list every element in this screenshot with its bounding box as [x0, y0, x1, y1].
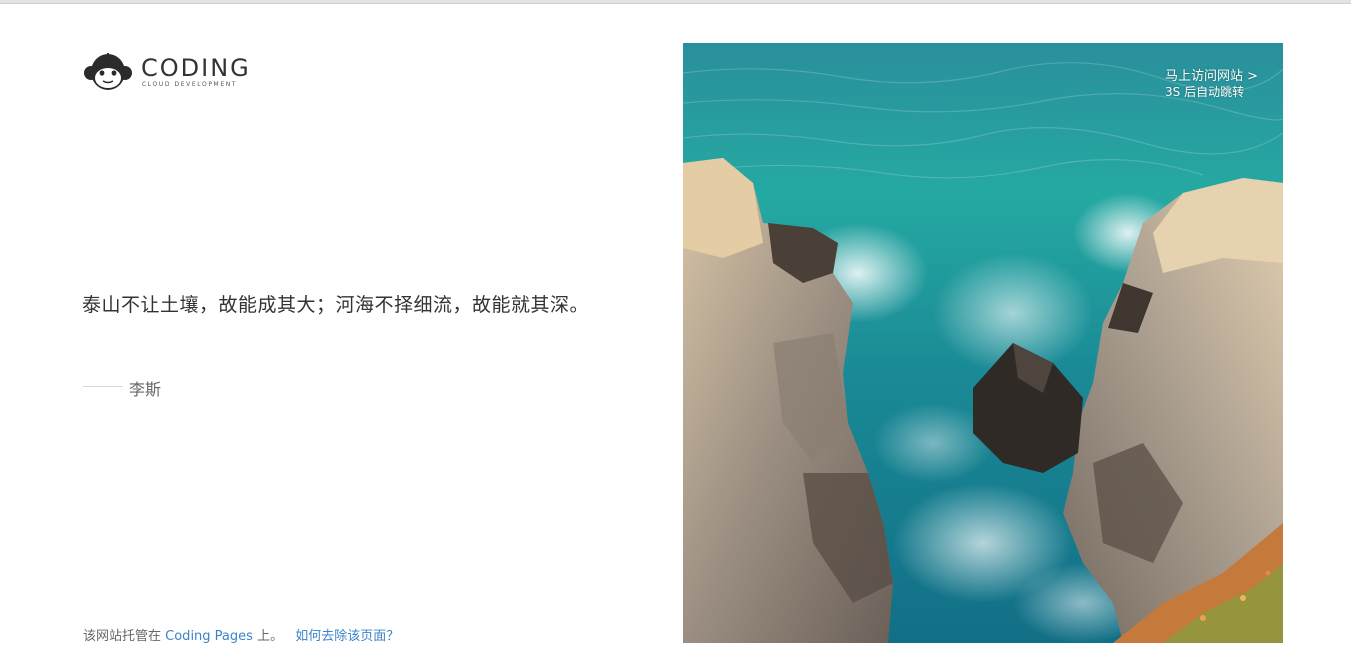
hero-seascape-image	[683, 43, 1283, 643]
seascape-illustration	[683, 43, 1283, 643]
quote-author: 李斯	[129, 380, 162, 399]
coding-logo[interactable]: CODING CLOUD DEVELOPMENT	[83, 52, 283, 92]
redirect-countdown: 3S 后自动跳转	[1165, 85, 1245, 99]
remove-page-link[interactable]: 如何去除该页面？	[295, 629, 399, 644]
brand-tagline: CLOUD DEVELOPMENT	[142, 81, 238, 88]
visit-site-link[interactable]: 马上访问网站 >	[1165, 65, 1258, 84]
author-divider	[83, 386, 123, 387]
monkey-head-icon	[84, 53, 132, 90]
browser-top-border	[0, 0, 1351, 4]
quote-text: 泰山不让土壤，故能成其大；河海不择细流，故能就其深。	[82, 294, 590, 316]
footer-suffix: 上。	[257, 629, 284, 644]
brand-name: CODING	[141, 54, 251, 82]
footer-prefix: 该网站托管在	[83, 629, 162, 644]
coding-pages-link[interactable]: Coding Pages	[165, 629, 253, 644]
footer: 该网站托管在 Coding Pages 上。 如何去除该页面？	[83, 625, 399, 644]
